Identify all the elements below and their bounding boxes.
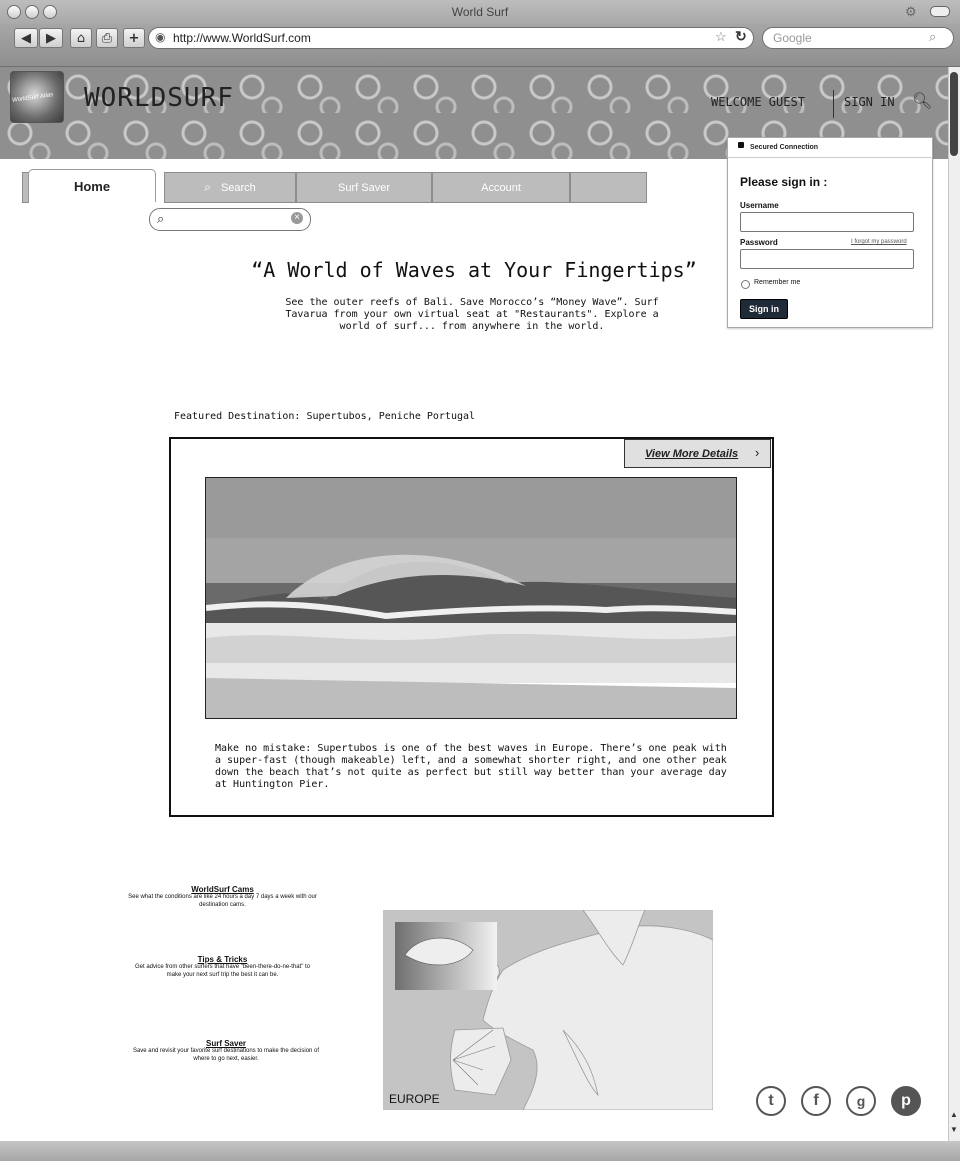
window-title: World Surf xyxy=(451,5,509,19)
featured-description: Make no mistake: Supertubos is one of th… xyxy=(215,743,727,790)
page-headline: “A World of Waves at Your Fingertips” xyxy=(251,258,697,282)
surf-saver-link[interactable]: Surf Saver xyxy=(130,1039,322,1048)
globe-icon: ◉ xyxy=(155,30,166,44)
browser-search-placeholder: Google xyxy=(773,31,812,45)
tab-empty[interactable] xyxy=(570,172,647,203)
surf-saver-desc: Save and revisit your favorite surf dest… xyxy=(132,1048,320,1062)
scrollbar-thumb[interactable] xyxy=(950,72,958,156)
worldsurf-cams-desc: See what the conditions are like 24 hour… xyxy=(128,894,317,908)
tab-surf-saver-label: Surf Saver xyxy=(338,181,390,194)
home-button[interactable]: ⌂ xyxy=(70,28,92,48)
username-label: Username xyxy=(740,201,779,210)
europe-map[interactable]: EUROPE xyxy=(383,910,713,1110)
url-text: http://www.WorldSurf.com xyxy=(173,31,311,45)
pinterest-icon[interactable]: p xyxy=(891,1086,921,1116)
clear-search-icon[interactable]: × xyxy=(291,212,303,224)
featured-destination-label: Featured Destination: Supertubos, Penich… xyxy=(174,411,476,422)
password-label: Password xyxy=(740,238,778,247)
back-arrow-icon: ◀ xyxy=(21,30,31,46)
tab-search[interactable]: ⌕ Search xyxy=(164,172,296,203)
featured-wave-photo xyxy=(205,477,737,719)
info-block-tips: Tips & Tricks Get advice from other surf… xyxy=(130,955,315,979)
google-plus-icon[interactable]: g xyxy=(846,1086,876,1116)
tab-account[interactable]: Account xyxy=(432,172,570,203)
tab-home-label: Home xyxy=(73,178,111,194)
bookmark-star-icon[interactable]: ☆ xyxy=(715,29,727,45)
facebook-icon[interactable]: f xyxy=(801,1086,831,1116)
search-icon: ⌕ xyxy=(157,211,165,226)
tab-surf-saver[interactable]: Surf Saver xyxy=(296,172,432,203)
print-button[interactable]: ⎙ xyxy=(96,28,118,48)
gear-icon[interactable]: ⚙ xyxy=(905,4,917,20)
site-search-input[interactable]: ⌕ × xyxy=(149,208,311,231)
plus-icon: + xyxy=(128,30,140,46)
view-more-details-button[interactable]: View More Details › xyxy=(624,439,771,468)
browser-status-bar xyxy=(0,1141,960,1161)
header-divider xyxy=(833,90,834,118)
username-field[interactable] xyxy=(740,212,914,232)
welcome-guest-text: WELCOME GUEST xyxy=(711,95,805,109)
sign-in-link[interactable]: SIGN IN xyxy=(844,95,895,109)
browser-search-field[interactable]: Google ⌕ xyxy=(762,27,954,49)
chevron-right-icon: › xyxy=(755,445,760,460)
tab-home[interactable]: Home xyxy=(28,169,156,202)
lock-icon xyxy=(738,142,744,148)
twitter-icon[interactable]: t xyxy=(756,1086,786,1116)
forgot-password-link[interactable]: I forgot my password xyxy=(851,239,907,245)
sign-in-button[interactable]: Sign in xyxy=(740,299,788,319)
wave-photo-illustration xyxy=(206,478,736,718)
tab-account-label: Account xyxy=(481,181,521,194)
sign-in-panel: Secured Connection Please sign in : User… xyxy=(727,137,933,328)
forward-button[interactable]: ▶ xyxy=(39,28,63,48)
forward-arrow-icon: ▶ xyxy=(46,30,56,46)
home-icon: ⌂ xyxy=(76,30,86,46)
secured-connection-text: Secured Connection xyxy=(750,144,819,151)
back-button[interactable]: ◀ xyxy=(14,28,38,48)
tips-tricks-link[interactable]: Tips & Tricks xyxy=(130,955,315,964)
new-tab-button[interactable]: + xyxy=(123,28,145,48)
tips-tricks-desc: Get advice from other surfers that have … xyxy=(134,964,311,978)
print-icon: ⎙ xyxy=(101,30,113,46)
address-bar[interactable]: ◉ http://www.WorldSurf.com ☆ ↻ xyxy=(148,27,754,49)
toolbar-toggle-button[interactable] xyxy=(930,6,950,17)
scroll-down-arrow-icon[interactable]: ▼ xyxy=(950,1125,958,1134)
vertical-scrollbar[interactable] xyxy=(948,67,960,1141)
reload-icon[interactable]: ↻ xyxy=(735,28,747,45)
map-label: EUROPE xyxy=(389,1092,440,1106)
info-block-surf-saver: Surf Saver Save and revisit your favorit… xyxy=(130,1039,322,1063)
search-icon: ⌕ xyxy=(929,29,937,44)
view-more-details-label: View More Details xyxy=(645,448,739,460)
europe-map-illustration xyxy=(383,910,713,1110)
tab-search-label: Search xyxy=(220,181,256,194)
intro-text: See the outer reefs of Bali. Save Morocc… xyxy=(285,297,659,332)
scroll-up-arrow-icon[interactable]: ▲ xyxy=(950,1110,958,1119)
secured-connection-bar: Secured Connection xyxy=(728,138,932,158)
info-block-cams: WorldSurf Cams See what the conditions a… xyxy=(120,885,325,909)
sign-in-title: Please sign in : xyxy=(740,175,828,189)
search-icon[interactable]: 🔍︎ xyxy=(912,91,932,111)
magnifier-icon: ⌕ xyxy=(204,180,211,194)
worldsurf-cams-link[interactable]: WorldSurf Cams xyxy=(120,885,325,894)
brand-name: WORLDSURF xyxy=(84,83,234,113)
